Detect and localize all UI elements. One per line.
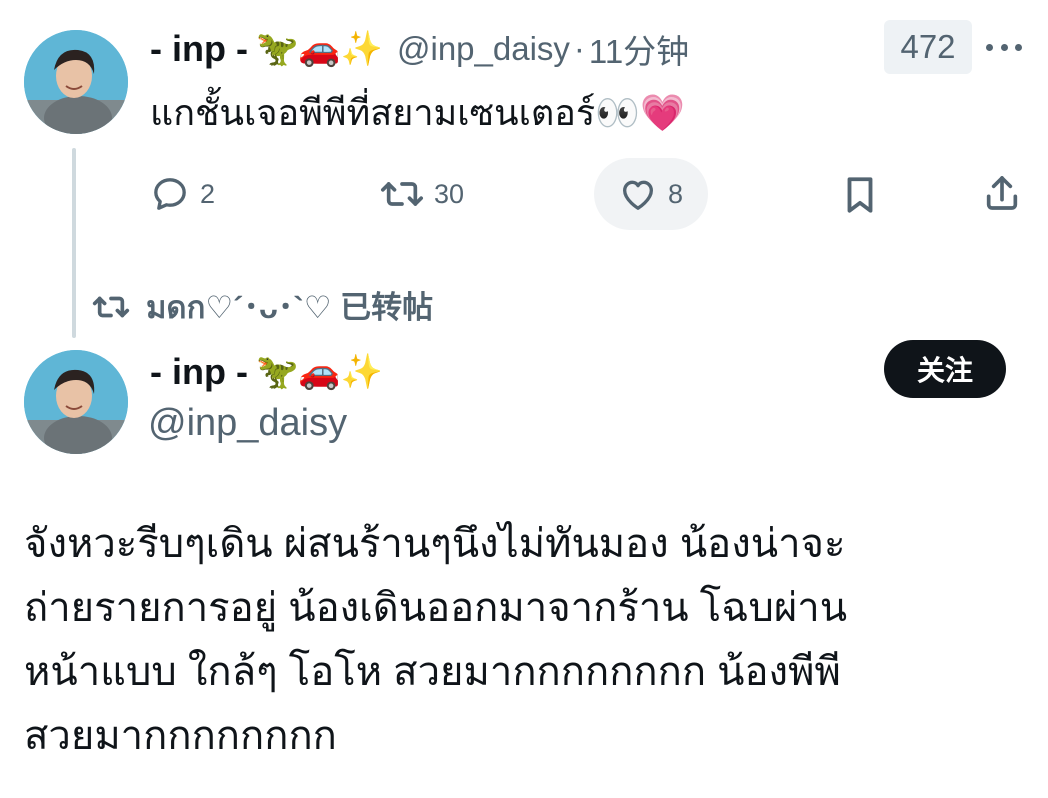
like-count: 8 bbox=[668, 178, 684, 209]
tweet-body: จังหวะรีบๆเดิน ผ่สนร้านๆนึงไม่ทันมอง น้อ… bbox=[24, 512, 1024, 768]
display-name[interactable]: - inp - bbox=[150, 28, 248, 70]
name-emojis: 🦖🚗✨ bbox=[255, 352, 383, 392]
display-name[interactable]: - inp - bbox=[150, 351, 248, 393]
retweet-button[interactable]: 30 bbox=[380, 174, 464, 214]
retweet-icon bbox=[381, 182, 423, 206]
tweet2-header: - inp - 🦖🚗✨ bbox=[150, 346, 383, 398]
like-button[interactable]: 8 bbox=[618, 174, 683, 214]
tweet-body-line: สวยมากกกกกกกก bbox=[24, 714, 337, 758]
timestamp[interactable]: 11分钟 bbox=[589, 25, 689, 73]
user-handle[interactable]: @inp_daisy bbox=[397, 30, 570, 68]
share-icon bbox=[986, 176, 1018, 210]
tweet-text: แกชั้นเจอพีพีที่สยามเซนเตอร์👀💗 bbox=[150, 92, 685, 133]
reply-button[interactable]: 2 bbox=[150, 174, 215, 214]
bookmark-icon bbox=[847, 177, 873, 213]
share-button[interactable] bbox=[982, 172, 1022, 214]
tweet1-header: - inp - 🦖🚗✨ @inp_daisy · 11分钟 bbox=[150, 24, 689, 74]
name-emojis: 🦖🚗✨ bbox=[255, 29, 383, 69]
view-count-badge: 472 bbox=[884, 20, 972, 74]
tweet-body-line: ถ่ายรายการอยู่ น้องเดินออกมาจากร้าน โฉบผ… bbox=[24, 586, 848, 630]
retweet-count: 30 bbox=[434, 178, 465, 209]
retweet-notice[interactable]: มดก♡´･ᴗ･`♡ 已转帖 bbox=[90, 282, 433, 332]
user-handle[interactable]: @inp_daisy bbox=[148, 402, 347, 445]
retweet-notice-text: มดก♡´･ᴗ･`♡ 已转帖 bbox=[146, 290, 434, 325]
avatar[interactable] bbox=[24, 350, 128, 454]
avatar-photo bbox=[24, 350, 128, 454]
separator-dot: · bbox=[573, 30, 585, 67]
avatar-photo bbox=[24, 30, 128, 134]
reply-count: 2 bbox=[200, 178, 216, 209]
follow-button[interactable]: 关注 bbox=[884, 340, 1006, 398]
more-dots-icon[interactable] bbox=[986, 40, 1022, 54]
bookmark-button[interactable] bbox=[842, 174, 878, 216]
thread-connector bbox=[72, 148, 76, 338]
tweet-body-line: หน้าแบบ ใกล้ๆ โอโห สวยมากกกกกกกก น้องพีพ… bbox=[24, 650, 841, 694]
reply-icon bbox=[154, 178, 186, 210]
retweet-icon bbox=[92, 296, 130, 318]
heart-icon bbox=[623, 180, 653, 210]
tweet-body-line: จังหวะรีบๆเดิน ผ่สนร้านๆนึงไม่ทันมอง น้อ… bbox=[24, 522, 846, 566]
avatar[interactable] bbox=[24, 30, 128, 134]
